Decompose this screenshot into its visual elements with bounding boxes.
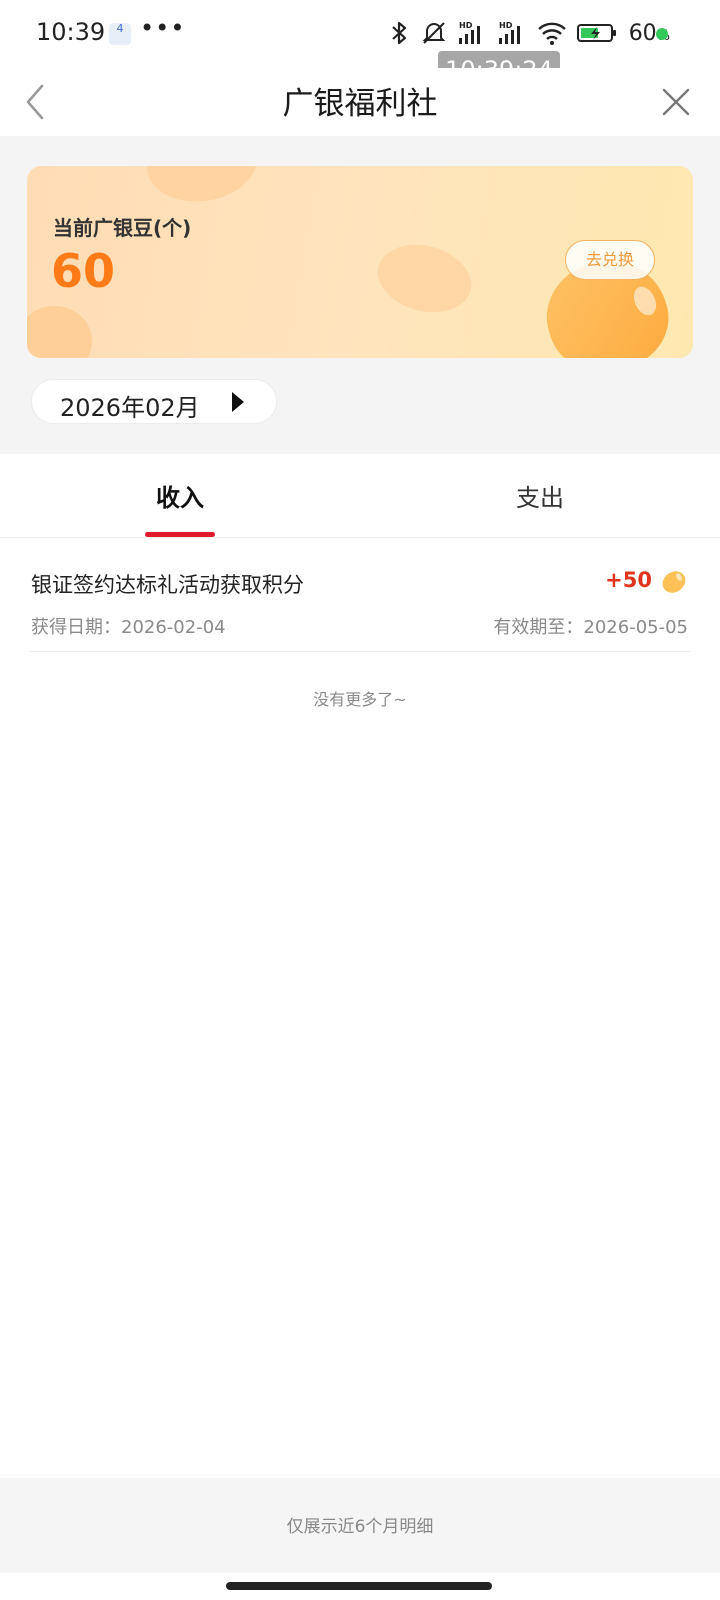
page-title: 广银福利社	[282, 86, 438, 122]
record-expiry: 有效期至：2026-05-05	[493, 617, 688, 638]
balance-value: 60	[51, 244, 116, 298]
bluetooth-icon	[391, 21, 406, 45]
record-date: 获得日期：2026-02-04	[31, 617, 226, 638]
bean-icon	[662, 571, 686, 593]
bean-decoration	[142, 166, 262, 209]
list-item: 银证签约达标礼活动获取积分 +50 获得日期：2026-02-04 有效期至：2…	[30, 538, 690, 652]
close-icon[interactable]	[658, 84, 694, 120]
privacy-indicator-dot	[656, 28, 668, 40]
svg-text:HD: HD	[459, 21, 473, 30]
wifi-icon	[537, 22, 566, 45]
active-tab-indicator	[145, 532, 215, 537]
app-notification-badge: 4	[109, 23, 131, 45]
status-time: 10:39	[36, 18, 106, 46]
balance-card: 当前广银豆(个) 60 去兑换	[27, 166, 693, 358]
bean-decoration	[370, 234, 479, 323]
no-more-text: 没有更多了~	[313, 690, 407, 709]
exchange-button[interactable]: 去兑换	[565, 240, 655, 280]
record-points: +50	[605, 568, 652, 592]
footer: 仅展示近6个月明细	[0, 1478, 720, 1573]
month-picker[interactable]: 2026年02月	[31, 379, 277, 424]
status-icons: HD HD 60%	[389, 18, 670, 48]
triangle-right-icon	[232, 392, 244, 412]
more-notifications-icon: •••	[140, 14, 186, 42]
navbar: 广银福利社	[0, 68, 720, 136]
status-bar: 10:39 4 ••• HD HD 60	[0, 0, 720, 68]
footer-note: 仅展示近6个月明细	[286, 1517, 434, 1537]
record-title: 银证签约达标礼活动获取积分	[31, 573, 304, 597]
bell-muted-icon	[422, 22, 446, 44]
tab-bar: 收入 支出	[0, 454, 720, 538]
signal-icon: HD	[458, 21, 480, 44]
bean-decoration	[27, 306, 92, 358]
tab-income[interactable]: 收入	[80, 478, 280, 513]
svg-text:HD: HD	[499, 21, 513, 30]
month-value: 2026年02月	[60, 394, 200, 422]
home-indicator[interactable]	[226, 1582, 492, 1590]
battery-icon	[576, 24, 616, 42]
balance-label: 当前广银豆(个)	[53, 216, 192, 240]
summary-section: 当前广银豆(个) 60 去兑换 2026年02月	[0, 136, 720, 454]
signal-icon: HD	[498, 21, 520, 44]
tab-expense[interactable]: 支出	[440, 478, 640, 513]
